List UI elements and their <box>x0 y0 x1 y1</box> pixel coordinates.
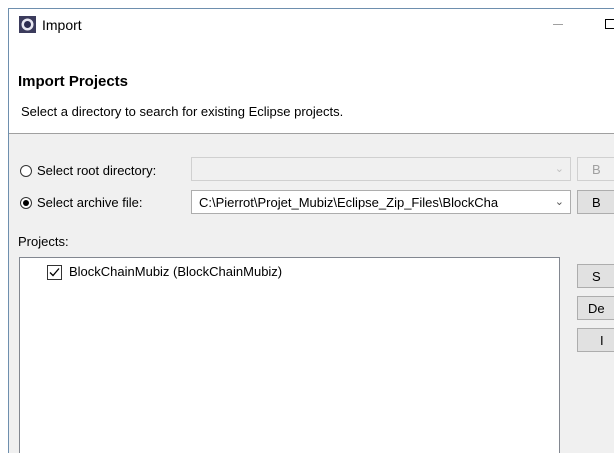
browse-root-label: B <box>592 162 601 177</box>
minimize-button[interactable] <box>553 24 563 25</box>
browse-root-button[interactable]: B <box>577 157 614 181</box>
wizard-header: Import Projects Select a directory to se… <box>9 41 614 134</box>
chevron-down-icon: ⌄ <box>554 163 564 175</box>
chevron-down-icon: ⌄ <box>554 196 564 208</box>
maximize-button[interactable] <box>605 19 614 29</box>
archive-file-combo[interactable]: C:\Pierrot\Projet_Mubiz\Eclipse_Zip_File… <box>191 190 571 214</box>
projects-label: Projects: <box>18 234 69 249</box>
deselect-all-button[interactable]: De <box>577 296 614 320</box>
project-checkbox[interactable] <box>47 265 62 280</box>
refresh-label: I <box>600 333 604 348</box>
title-bar[interactable]: Import <box>9 9 614 41</box>
select-all-label: S <box>592 269 601 284</box>
page-title: Import Projects <box>18 73 129 90</box>
refresh-button[interactable]: I <box>577 328 614 352</box>
window-title: Import <box>42 17 82 33</box>
deselect-all-label: De <box>588 301 605 316</box>
checkmark-icon <box>49 268 60 277</box>
projects-list[interactable]: BlockChainMubiz (BlockChainMubiz) <box>19 257 560 453</box>
archive-file-radio[interactable] <box>20 197 32 209</box>
root-directory-combo[interactable]: ⌄ <box>191 157 571 181</box>
select-all-button[interactable]: S <box>577 264 614 288</box>
archive-file-value: C:\Pierrot\Projet_Mubiz\Eclipse_Zip_File… <box>199 195 499 210</box>
import-dialog: Import Import Projects Select a director… <box>8 8 614 453</box>
root-directory-label: Select root directory: <box>37 163 157 178</box>
browse-archive-label: B <box>592 195 601 210</box>
project-item-label: BlockChainMubiz (BlockChainMubiz) <box>69 264 283 279</box>
archive-file-label: Select archive file: <box>37 195 143 210</box>
page-description: Select a directory to search for existin… <box>21 104 344 119</box>
browse-archive-button[interactable]: B <box>577 190 614 214</box>
root-directory-radio[interactable] <box>20 165 32 177</box>
eclipse-icon <box>19 16 36 33</box>
